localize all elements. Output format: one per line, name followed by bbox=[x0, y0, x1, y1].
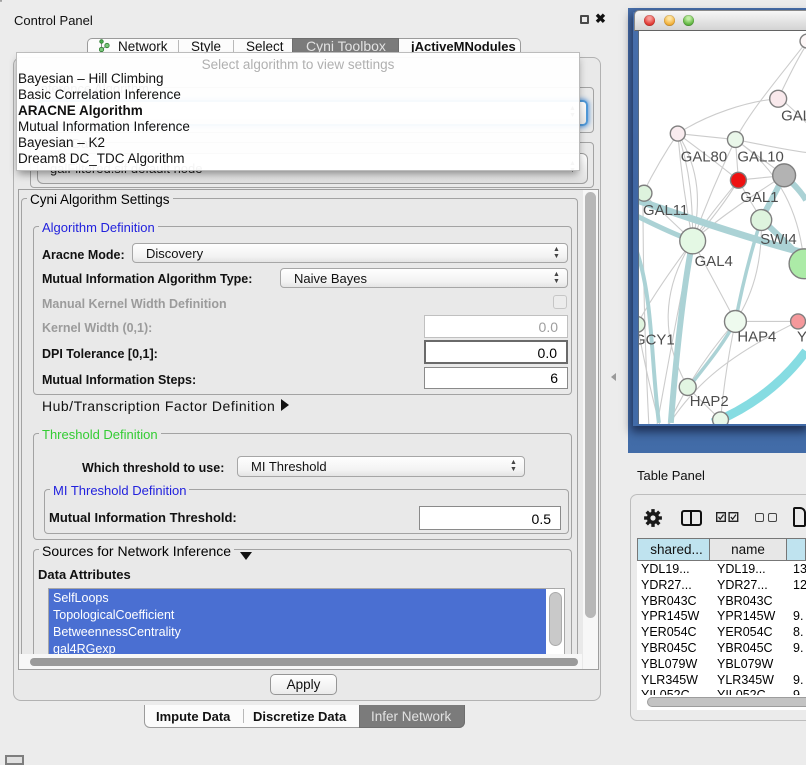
svg-text:GAL2: GAL2 bbox=[781, 109, 806, 125]
svg-text:HAP4: HAP4 bbox=[737, 329, 776, 345]
svg-text:GAL10: GAL10 bbox=[737, 149, 783, 165]
svg-text:GAL11: GAL11 bbox=[643, 203, 688, 219]
svg-text:GCY1: GCY1 bbox=[638, 332, 675, 348]
svg-text:HAP2: HAP2 bbox=[690, 394, 729, 410]
svg-text:GAL1: GAL1 bbox=[740, 190, 778, 206]
svg-text:GAL4: GAL4 bbox=[695, 254, 733, 270]
svg-text:Y: Y bbox=[797, 329, 806, 345]
svg-text:SWI4: SWI4 bbox=[760, 232, 796, 248]
svg-text:GAL80: GAL80 bbox=[681, 149, 727, 165]
